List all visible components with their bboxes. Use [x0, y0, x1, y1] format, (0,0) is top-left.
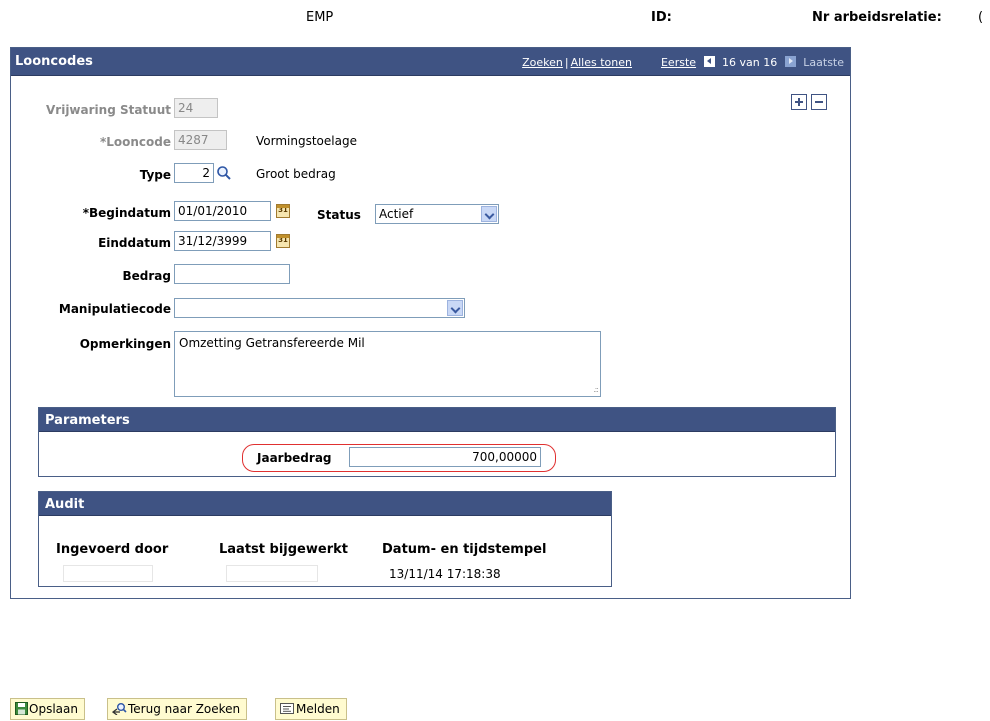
einddatum-field[interactable]: 31/12/3999: [174, 231, 271, 251]
terug-naar-zoeken-label: Terug naar Zoeken: [128, 702, 241, 716]
resize-grip-icon[interactable]: .::: [593, 385, 599, 394]
previous-arrow-icon[interactable]: [703, 56, 715, 67]
manipulatiecode-select[interactable]: [174, 298, 465, 318]
status-select-value: Actief: [379, 207, 414, 221]
opmerkingen-label: Opmerkingen: [79, 337, 171, 351]
alles-tonen-link[interactable]: Alles tonen: [571, 56, 632, 69]
ingevoerd-door-value: [63, 565, 153, 582]
jaarbedrag-field[interactable]: 700,00000: [349, 447, 541, 467]
manipulatiecode-label: Manipulatiecode: [58, 302, 171, 316]
status-select[interactable]: Actief: [375, 204, 499, 224]
melden-label: Melden: [296, 702, 340, 716]
chevron-down-icon[interactable]: [447, 300, 463, 316]
add-row-button[interactable]: [791, 94, 807, 110]
ingevoerd-door-header: Ingevoerd door: [56, 542, 169, 557]
timestamp-value: 13/11/14 17:18:38: [389, 567, 501, 581]
id-label: ID:: [651, 10, 672, 25]
status-label: Status: [317, 208, 361, 222]
lookup-magnifier-icon[interactable]: [216, 165, 232, 181]
laatst-bijgewerkt-header: Laatst bijgewerkt: [219, 542, 348, 557]
eerste-link[interactable]: Eerste: [661, 56, 696, 69]
nr-arbeidsrelatie-label: Nr arbeidsrelatie:: [812, 10, 942, 25]
zoeken-link[interactable]: Zoeken: [522, 56, 563, 69]
laatste-link: Laatste: [803, 56, 844, 69]
opslaan-label: Opslaan: [29, 702, 78, 716]
save-icon: [15, 702, 28, 715]
opmerkingen-textarea[interactable]: Omzetting Getransfereerde Mil .::: [174, 331, 601, 397]
type-description: Groot bedrag: [256, 167, 336, 181]
panel-header: Looncodes Zoeken | Alles tonen Eerste 16 v…: [11, 48, 850, 76]
nr-arbeidsrelatie-value: (: [978, 10, 984, 25]
audit-header: Audit: [39, 492, 611, 516]
jaarbedrag-label: Jaarbedrag: [257, 451, 332, 465]
notify-icon: [280, 703, 294, 714]
panel-title: Looncodes: [15, 54, 93, 69]
calendar-icon[interactable]: 31: [276, 204, 290, 218]
chevron-down-icon[interactable]: [481, 206, 497, 222]
nav-separator: |: [564, 56, 569, 69]
looncode-label: *Looncode: [99, 135, 171, 149]
return-search-icon: [112, 703, 127, 715]
type-field[interactable]: 2: [174, 163, 214, 183]
emp-label: EMP: [306, 10, 334, 25]
looncode-description: Vormingstoelage: [256, 134, 357, 148]
datum-tijdstempel-header: Datum- en tijdstempel: [382, 542, 547, 557]
calendar-icon[interactable]: 31: [276, 234, 290, 248]
opmerkingen-text: Omzetting Getransfereerde Mil: [179, 336, 365, 350]
melden-button[interactable]: Melden: [275, 698, 347, 720]
parameters-header: Parameters: [39, 408, 835, 432]
begindatum-label: *Begindatum: [82, 206, 171, 220]
next-arrow-icon: [784, 56, 796, 67]
laatst-bijgewerkt-value: [226, 565, 318, 582]
bedrag-field[interactable]: [174, 264, 290, 284]
opslaan-button[interactable]: Opslaan: [10, 698, 85, 720]
looncodes-panel: Looncodes Zoeken | Alles tonen Eerste 16 v…: [10, 47, 851, 599]
vrijwaring-statuut-field: 24: [174, 98, 218, 118]
type-label: Type: [139, 168, 171, 182]
panel-navigation: Zoeken | Alles tonen Eerste 16 van 16 Laat…: [522, 56, 844, 69]
vrijwaring-statuut-label: Vrijwaring Statuut: [46, 103, 171, 117]
delete-row-button[interactable]: [811, 94, 827, 110]
terug-naar-zoeken-button[interactable]: Terug naar Zoeken: [107, 698, 248, 720]
begindatum-field[interactable]: 01/01/2010: [174, 201, 271, 221]
row-counter: 16 van 16: [722, 56, 778, 69]
einddatum-label: Einddatum: [98, 236, 171, 250]
bedrag-label: Bedrag: [122, 269, 171, 283]
looncode-field: 4287: [174, 130, 227, 150]
